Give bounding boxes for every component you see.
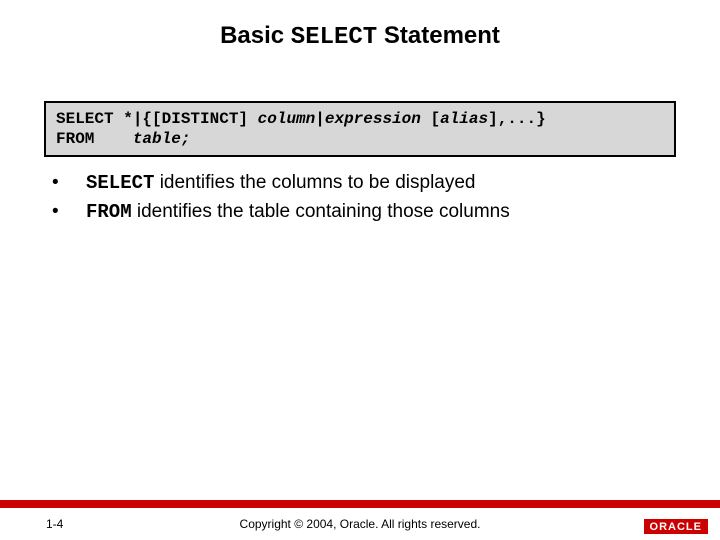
bullet-icon: • bbox=[44, 171, 86, 196]
syntax-l1-p1: SELECT *|{[DISTINCT] bbox=[56, 110, 258, 128]
syntax-l1-i2: expression bbox=[325, 110, 421, 128]
bullet-text: SELECT identifies the columns to be disp… bbox=[86, 171, 676, 196]
title-pre: Basic bbox=[220, 22, 291, 49]
title-post: Statement bbox=[377, 22, 500, 49]
syntax-l2-i1: table; bbox=[133, 130, 191, 148]
syntax-l1-p2: | bbox=[315, 110, 325, 128]
footer-row: 1-4 Copyright © 2004, Oracle. All rights… bbox=[0, 508, 720, 540]
page-number: 1-4 bbox=[46, 517, 63, 531]
syntax-l1-i1: column bbox=[258, 110, 316, 128]
bullet-mono: FROM bbox=[86, 201, 132, 223]
list-item: • SELECT identifies the columns to be di… bbox=[44, 171, 676, 196]
syntax-l1-p4: ],...} bbox=[488, 110, 546, 128]
bullet-text: FROM identifies the table containing tho… bbox=[86, 200, 676, 225]
footer-bar bbox=[0, 500, 720, 508]
bullet-rest: identifies the columns to be displayed bbox=[154, 172, 475, 193]
bullet-rest: identifies the table containing those co… bbox=[132, 201, 510, 222]
bullet-mono: SELECT bbox=[86, 172, 154, 194]
oracle-logo-text: ORACLE bbox=[644, 519, 708, 534]
title-mono: SELECT bbox=[291, 24, 377, 51]
copyright-text: Copyright © 2004, Oracle. All rights res… bbox=[240, 517, 481, 531]
list-item: • FROM identifies the table containing t… bbox=[44, 200, 676, 225]
slide-title: Basic SELECT Statement bbox=[0, 22, 720, 51]
bullet-icon: • bbox=[44, 200, 86, 225]
syntax-l2-p1: FROM bbox=[56, 130, 133, 148]
bullet-list: • SELECT identifies the columns to be di… bbox=[44, 171, 676, 228]
slide: Basic SELECT Statement SELECT *|{[DISTIN… bbox=[0, 0, 720, 540]
syntax-l1-p3: [ bbox=[421, 110, 440, 128]
syntax-l1-i3: alias bbox=[440, 110, 488, 128]
footer: 1-4 Copyright © 2004, Oracle. All rights… bbox=[0, 500, 720, 540]
oracle-logo: ORACLE bbox=[644, 519, 708, 534]
syntax-box: SELECT *|{[DISTINCT] column|expression [… bbox=[44, 101, 676, 157]
